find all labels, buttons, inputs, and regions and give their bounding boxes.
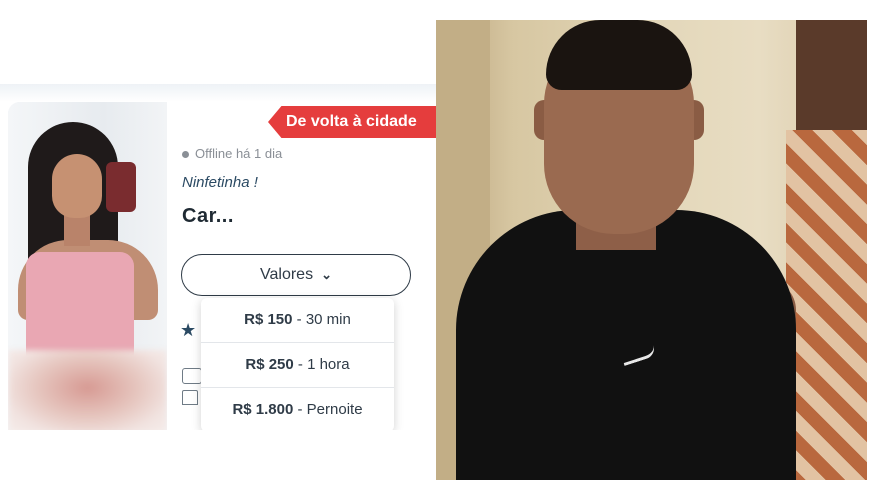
valores-dropdown-button[interactable]: Valores ⌄ xyxy=(181,254,411,296)
price-option[interactable]: R$ 1.800 - Pernoite xyxy=(201,388,394,430)
listing-screenshot: De volta à cidade Offline há 1 dia Ninfe… xyxy=(0,84,436,430)
id-card-icon xyxy=(182,368,202,384)
online-status: Offline há 1 dia xyxy=(182,146,282,161)
top-bar xyxy=(0,84,436,102)
profile-photo[interactable] xyxy=(8,102,167,430)
home-icon xyxy=(182,390,198,405)
price-option[interactable]: R$ 250 - 1 hora xyxy=(201,343,394,388)
star-icon: ★ xyxy=(180,320,197,340)
hair xyxy=(546,20,692,90)
price-option[interactable]: R$ 150 - 30 min xyxy=(201,298,394,343)
status-dot-icon xyxy=(182,151,189,159)
black-tshirt xyxy=(456,210,796,480)
selfie-photo xyxy=(436,20,867,480)
status-text: Offline há 1 dia xyxy=(195,146,283,161)
listing-title[interactable]: Car... xyxy=(182,205,234,228)
listing-info: De volta à cidade Offline há 1 dia Ninfe… xyxy=(168,102,436,430)
price-dropdown: R$ 150 - 30 min R$ 250 - 1 hora R$ 1.800… xyxy=(201,298,394,430)
chevron-down-icon: ⌄ xyxy=(321,267,332,282)
blurred-area xyxy=(8,350,167,430)
tiled-floor xyxy=(786,130,867,480)
phone xyxy=(106,162,136,212)
tagline: Ninfetinha ! xyxy=(182,174,258,191)
return-badge: De volta à cidade xyxy=(268,106,436,138)
valores-label: Valores xyxy=(260,266,314,283)
